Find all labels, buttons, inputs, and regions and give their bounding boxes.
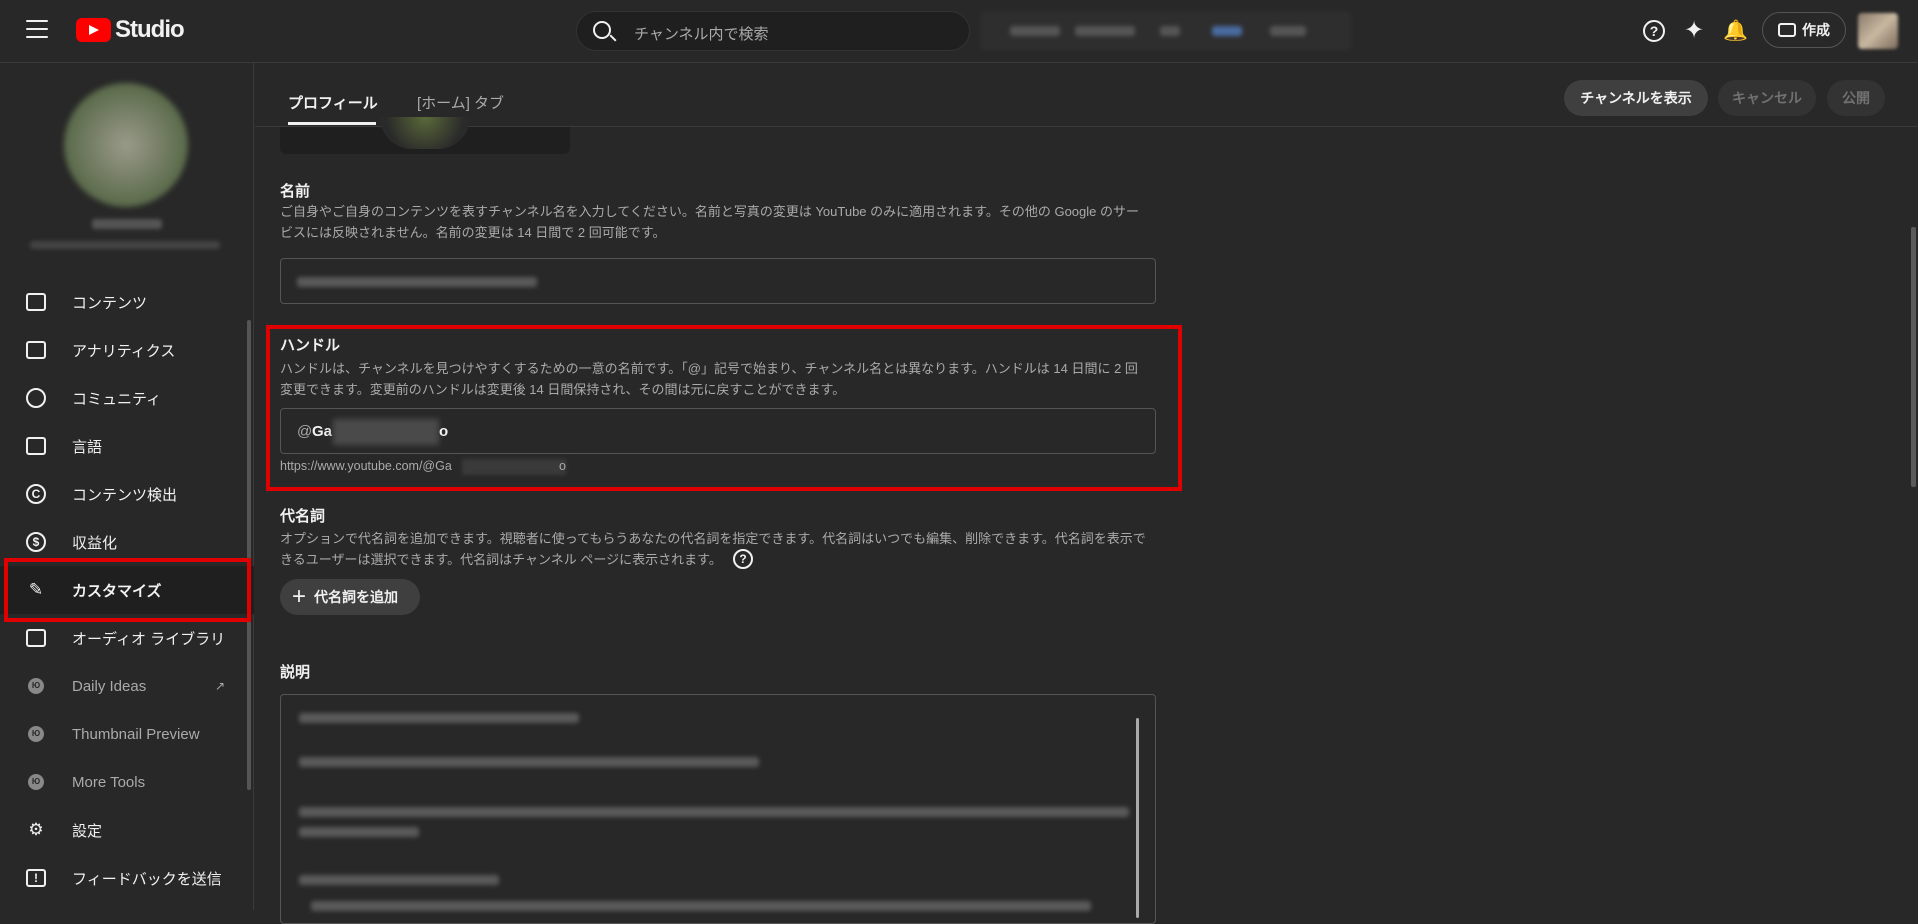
account-avatar[interactable] xyxy=(1858,13,1898,49)
sidebar-item-label: フィードバックを送信 xyxy=(72,870,222,888)
sidebar-item-label: コミュニティ xyxy=(72,390,162,408)
sidebar-item-label: Daily Ideas xyxy=(72,677,147,695)
sidebar-item-more-tools[interactable]: Ю More Tools xyxy=(0,758,254,806)
create-button[interactable]: 作成 xyxy=(1762,12,1846,48)
sidebar-item-feedback[interactable]: ! フィードバックを送信 xyxy=(0,854,254,902)
copyright-icon: C xyxy=(24,482,48,506)
sidebar-item-label: 収益化 xyxy=(72,534,118,552)
app-icon: Ю xyxy=(24,674,48,698)
description-line-blurred xyxy=(299,807,1129,817)
settings-icon: ⚙ xyxy=(28,820,44,839)
sidebar-item-settings[interactable]: ⚙ 設定 xyxy=(0,806,254,854)
name-input[interactable] xyxy=(280,258,1156,304)
description-line-blurred xyxy=(299,757,759,767)
pronouns-title: 代名詞 xyxy=(280,508,326,525)
search-bar[interactable]: チャンネル内で検索 xyxy=(576,11,970,51)
add-pronouns-label: 代名詞を追加 xyxy=(314,589,399,605)
description-line-blurred xyxy=(299,827,419,837)
sidebar-item-label: コンテンツ検出 xyxy=(72,486,178,504)
monetization-icon: $ xyxy=(24,530,48,554)
sidebar-item-content[interactable]: コンテンツ xyxy=(0,278,254,326)
description-textarea[interactable] xyxy=(280,694,1156,924)
sidebar-item-label: コンテンツ xyxy=(72,294,148,312)
sidebar-item-label: オーディオ ライブラリ xyxy=(72,630,226,648)
sidebar-item-label: アナリティクス xyxy=(72,342,176,360)
studio-logo[interactable]: Studio xyxy=(76,16,185,44)
channel-name-blurred xyxy=(92,219,162,229)
subtitles-icon xyxy=(24,434,48,458)
sidebar-item-languages[interactable]: 言語 xyxy=(0,422,254,470)
plus-icon: + xyxy=(292,583,307,610)
description-title: 説明 xyxy=(280,664,311,681)
logo-text: Studio xyxy=(115,16,185,43)
audio-library-icon xyxy=(24,626,48,650)
create-video-icon xyxy=(1778,23,1796,37)
sidebar-item-label: Thumbnail Preview xyxy=(72,725,200,743)
sidebar-item-community[interactable]: コミュニティ xyxy=(0,374,254,422)
blurred-toolbar xyxy=(980,11,1352,51)
community-icon xyxy=(24,386,48,410)
create-label: 作成 xyxy=(1802,22,1830,38)
top-bar: Studio チャンネル内で検索 ? ✦ 🔔 作成 xyxy=(0,0,1918,63)
pronouns-description: オプションで代名詞を追加できます。視聴者に使ってもらうあなたの代名詞を指定できま… xyxy=(280,531,1146,567)
sidebar-item-label: More Tools xyxy=(72,773,146,791)
tab-profile[interactable]: プロフィール xyxy=(288,92,378,113)
sidebar-item-label: 言語 xyxy=(72,438,103,456)
sidebar-scrollbar[interactable] xyxy=(247,320,251,790)
highlight-box-handle xyxy=(266,325,1182,491)
external-link-icon: ↗ xyxy=(215,679,226,693)
description-scrollbar[interactable] xyxy=(1136,718,1139,918)
menu-icon[interactable] xyxy=(26,20,48,38)
sidebar-item-daily-ideas[interactable]: Ю Daily Ideas ↗ xyxy=(0,662,254,710)
sidebar: コンテンツ アナリティクス コミュニティ 言語 C コンテンツ検出 $ 収益化 … xyxy=(0,63,254,910)
add-pronouns-button[interactable]: + 代名詞を追加 xyxy=(280,579,420,615)
active-tab-indicator xyxy=(288,122,376,125)
banner-image-fragment xyxy=(280,117,570,154)
highlight-box-customize xyxy=(4,558,251,622)
app-icon: Ю xyxy=(24,770,48,794)
pronouns-help-icon[interactable]: ? xyxy=(733,549,753,569)
sidebar-item-content-detection[interactable]: C コンテンツ検出 xyxy=(0,470,254,518)
view-channel-button[interactable]: チャンネルを表示 xyxy=(1564,80,1708,116)
search-placeholder[interactable]: チャンネル内で検索 xyxy=(634,23,769,44)
description-line-blurred xyxy=(299,713,579,723)
description-line-blurred xyxy=(299,875,499,885)
main-scrollbar[interactable] xyxy=(1911,227,1916,487)
sidebar-item-label: 設定 xyxy=(72,822,103,840)
content-icon xyxy=(24,290,48,314)
cancel-button[interactable]: キャンセル xyxy=(1718,80,1816,116)
notifications-icon[interactable]: 🔔 xyxy=(1723,20,1748,42)
channel-avatar[interactable] xyxy=(64,83,188,207)
feedback-icon: ! xyxy=(24,866,48,890)
name-value-blurred xyxy=(297,277,537,287)
analytics-icon xyxy=(24,338,48,362)
app-icon: Ю xyxy=(24,722,48,746)
tab-home[interactable]: [ホーム] タブ xyxy=(417,92,504,113)
name-title: 名前 xyxy=(280,183,311,200)
search-icon[interactable] xyxy=(593,21,611,39)
sidebar-item-analytics[interactable]: アナリティクス xyxy=(0,326,254,374)
name-description: ご自身やご自身のコンテンツを表すチャンネル名を入力してください。名前と写真の変更… xyxy=(280,204,1139,240)
youtube-logo-icon xyxy=(76,18,111,42)
sidebar-item-thumbnail-preview[interactable]: Ю Thumbnail Preview xyxy=(0,710,254,758)
channel-handle-blurred xyxy=(30,241,220,249)
publish-button[interactable]: 公開 xyxy=(1827,80,1885,116)
help-icon[interactable]: ? xyxy=(1643,20,1665,42)
sparkle-icon[interactable]: ✦ xyxy=(1683,19,1705,43)
